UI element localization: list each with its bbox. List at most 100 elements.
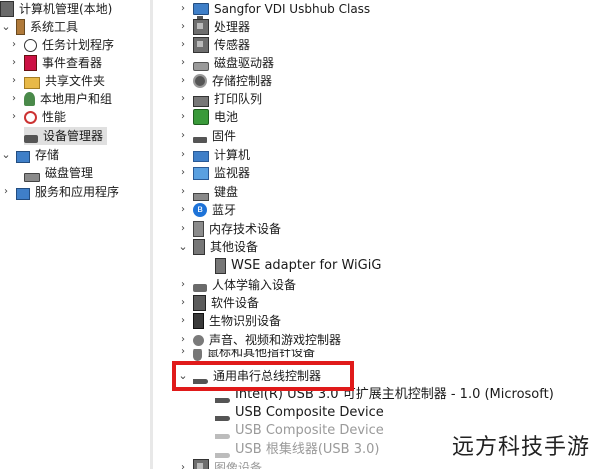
device-category[interactable]: › 传感器 <box>177 36 250 54</box>
sensor-icon <box>193 37 209 53</box>
tree-item-shared-folders[interactable]: › 共享文件夹 <box>8 72 105 90</box>
chevron-right-icon[interactable]: › <box>8 72 20 90</box>
clock-icon <box>24 38 37 52</box>
device-item[interactable]: USB Composite Device <box>215 422 384 440</box>
usb-icon <box>215 397 230 403</box>
device-category[interactable]: › 人体学输入设备 <box>177 276 296 294</box>
category-label: 人体学输入设备 <box>212 278 297 292</box>
tree-root[interactable]: 计算机管理(本地) <box>0 0 112 18</box>
device-category[interactable]: › 磁盘驱动器 <box>177 54 274 72</box>
tree-item-task-scheduler[interactable]: › 任务计划程序 <box>8 36 114 54</box>
category-label: 处理器 <box>214 20 251 34</box>
tree-item-event-viewer[interactable]: › 事件查看器 <box>8 54 102 72</box>
imaging-device-icon <box>193 459 209 469</box>
mouse-icon <box>193 349 202 361</box>
chevron-right-icon[interactable]: › <box>177 294 189 312</box>
chevron-right-icon[interactable]: › <box>177 331 189 349</box>
chevron-right-icon[interactable]: › <box>177 90 189 108</box>
chevron-right-icon[interactable]: › <box>177 459 189 469</box>
chevron-right-icon[interactable]: › <box>8 90 20 108</box>
chevron-right-icon[interactable]: › <box>177 146 189 164</box>
chevron-down-icon[interactable]: ⌄ <box>0 146 12 164</box>
chevron-right-icon[interactable]: › <box>177 312 189 330</box>
chevron-right-icon[interactable]: › <box>177 127 189 145</box>
local-users-label: 本地用户和组 <box>40 92 113 106</box>
task-scheduler-label: 任务计划程序 <box>42 38 115 52</box>
device-category[interactable]: › 软件设备 <box>177 294 259 312</box>
device-category[interactable]: › 存储控制器 <box>177 72 272 90</box>
chevron-right-icon[interactable]: › <box>177 72 189 90</box>
category-label: 计算机 <box>214 148 251 162</box>
device-label: USB Composite Device <box>235 423 384 438</box>
tree-item-local-users[interactable]: › 本地用户和组 <box>8 90 112 108</box>
chevron-right-icon[interactable]: › <box>177 36 189 54</box>
device-category[interactable]: › 图像设备 <box>177 459 262 469</box>
tree-system-tools[interactable]: ⌄ 系统工具 <box>0 18 78 36</box>
chevron-right-icon[interactable]: › <box>177 349 189 361</box>
computer-icon <box>193 150 209 162</box>
chevron-right-icon[interactable]: › <box>8 108 20 126</box>
chevron-right-icon[interactable]: › <box>177 108 189 126</box>
device-category[interactable]: › 键盘 <box>177 183 238 201</box>
other-devices-icon <box>193 239 205 255</box>
device-label: WSE adapter for WiGiG <box>231 258 382 273</box>
category-label: 电池 <box>214 110 239 124</box>
chevron-down-icon[interactable]: ⌄ <box>177 238 189 256</box>
category-label: 内存技术设备 <box>209 222 282 236</box>
category-label: 存储控制器 <box>212 74 273 88</box>
tools-icon <box>16 19 25 35</box>
tree-storage[interactable]: ⌄ 存储 <box>0 146 59 164</box>
disk-drive-icon <box>193 61 209 71</box>
tree-item-device-manager[interactable]: 设备管理器 <box>24 127 108 145</box>
chevron-right-icon[interactable]: › <box>177 164 189 182</box>
device-category[interactable]: › ʙ 蓝牙 <box>177 201 236 219</box>
printer-icon <box>193 95 209 107</box>
monitor-icon <box>193 166 209 180</box>
device-category[interactable]: › 固件 <box>177 127 236 145</box>
device-category[interactable]: › 监视器 <box>177 164 250 182</box>
category-label: 其他设备 <box>210 240 259 254</box>
watermark-text: 远方科技手游 <box>451 429 590 461</box>
chevron-right-icon[interactable]: › <box>177 201 189 219</box>
chevron-right-icon[interactable]: › <box>8 36 20 54</box>
services-icon <box>16 188 30 200</box>
device-item[interactable]: WSE adapter for WiGiG <box>215 257 381 275</box>
device-category-other[interactable]: ⌄ 其他设备 <box>177 238 258 256</box>
chevron-right-icon[interactable]: › <box>177 0 189 18</box>
keyboard-icon <box>193 193 209 201</box>
device-category[interactable]: › 电池 <box>177 108 238 126</box>
bluetooth-icon: ʙ <box>193 203 207 217</box>
usb-hub-icon <box>193 3 209 19</box>
chevron-right-icon[interactable]: › <box>8 54 20 72</box>
device-category[interactable]: › 鼠标和其他指针设备 <box>177 349 315 361</box>
tree-root-label: 计算机管理(本地) <box>19 2 113 16</box>
tree-services[interactable]: › 服务和应用程序 <box>0 183 119 201</box>
device-category[interactable]: › 打印队列 <box>177 90 262 108</box>
chevron-right-icon[interactable]: › <box>177 18 189 36</box>
device-item[interactable]: USB 根集线器(USB 3.0) <box>215 441 379 459</box>
usb-icon <box>215 452 230 458</box>
device-label: USB 根集线器(USB 3.0) <box>235 442 380 457</box>
category-label: 蓝牙 <box>212 203 237 217</box>
device-category[interactable]: › 处理器 <box>177 18 250 36</box>
device-category[interactable]: › 声音、视频和游戏控制器 <box>177 331 341 349</box>
storage-controller-icon <box>193 74 207 88</box>
device-category[interactable]: › 生物识别设备 <box>177 312 281 330</box>
tree-item-performance[interactable]: › 性能 <box>8 108 66 126</box>
category-label: 生物识别设备 <box>209 314 282 328</box>
device-category[interactable]: › 内存技术设备 <box>177 220 281 238</box>
category-label: 打印队列 <box>214 92 263 106</box>
tree-item-disk-management[interactable]: 磁盘管理 <box>24 164 93 182</box>
firmware-icon <box>193 137 207 143</box>
device-category[interactable]: › Sangfor VDI Usbhub Class <box>177 0 370 19</box>
device-label: USB Composite Device <box>235 405 384 420</box>
chevron-right-icon[interactable]: › <box>0 183 12 201</box>
usb-icon <box>215 433 230 439</box>
chevron-right-icon[interactable]: › <box>177 276 189 294</box>
device-item[interactable]: USB Composite Device <box>215 404 384 422</box>
chevron-down-icon[interactable]: ⌄ <box>0 18 12 36</box>
chevron-right-icon[interactable]: › <box>177 183 189 201</box>
device-category[interactable]: › 计算机 <box>177 146 250 164</box>
chevron-right-icon[interactable]: › <box>177 220 189 238</box>
chevron-right-icon[interactable]: › <box>177 54 189 72</box>
